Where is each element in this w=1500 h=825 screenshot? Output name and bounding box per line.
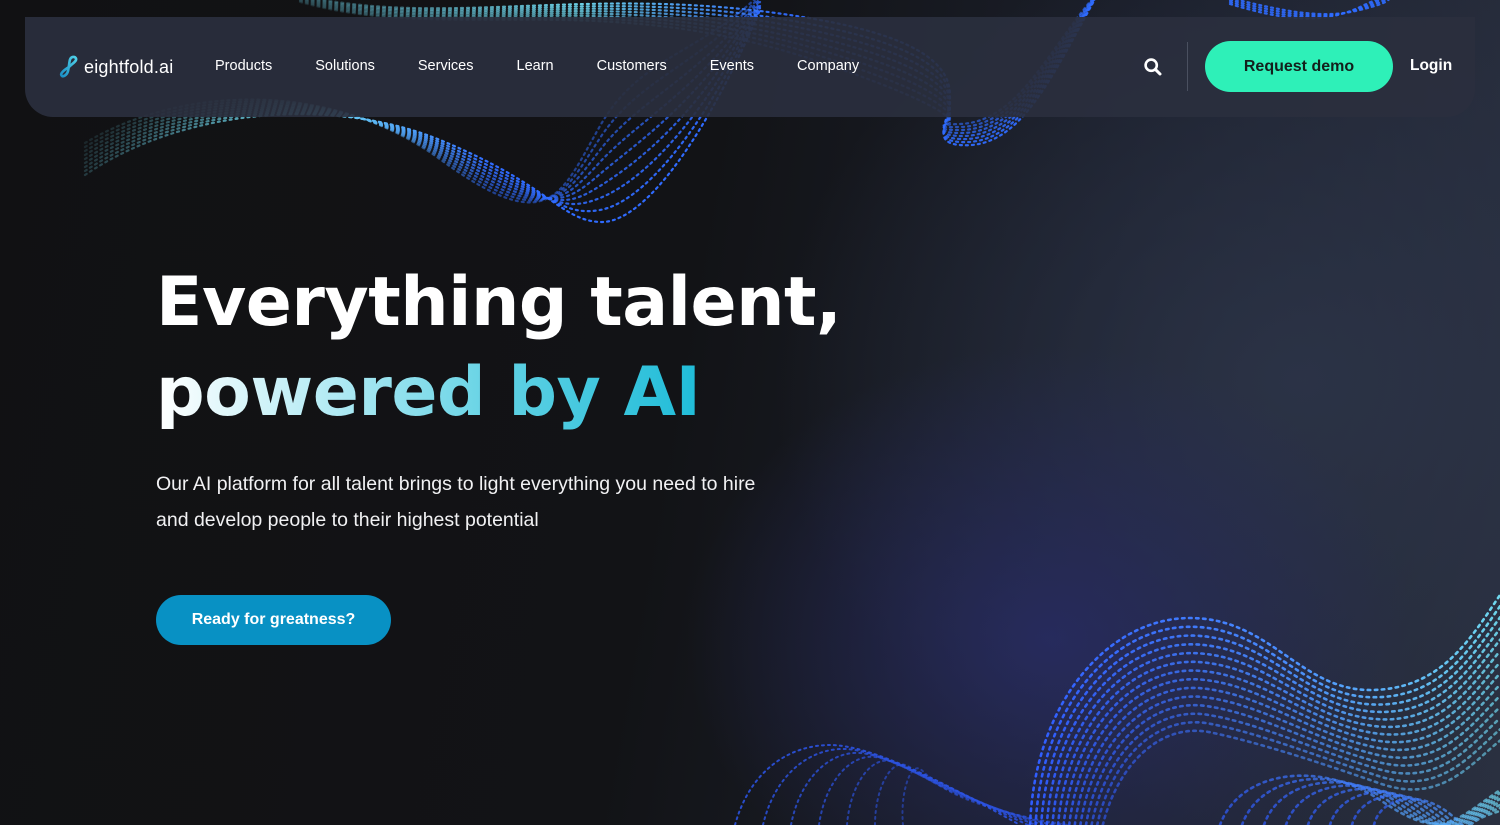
top-right-wave-line [1228,0,1384,18]
bottom-wave-line [874,763,1061,825]
bottom-wave-group [734,743,1069,825]
nav-item-customers[interactable]: Customers [597,58,667,74]
bottom-right-wave-line [1073,683,1500,825]
nav-item-learn[interactable]: Learn [517,58,554,74]
bottom-right-wave-line [1067,672,1500,825]
page: eightfold.ai Products Solutions Services… [0,0,1500,825]
bottom-right-wave-line [1218,774,1500,825]
bottom-right-wave-line [1095,721,1500,825]
bottom-right-wave-line [1062,660,1500,825]
bottom-right-wave-line [1079,694,1500,825]
bottom-right-wave-line [1328,790,1500,825]
top-navigation-bar: eightfold.ai Products Solutions Services… [25,17,1475,117]
bottom-wave-line [790,751,1037,825]
bottom-right-wave-line [1090,712,1500,825]
bottom-wave-line [901,767,1069,825]
bottom-wave-line [734,743,1021,825]
bottom-wave-line [846,759,1053,825]
bottom-right-wave-line [1084,703,1500,825]
search-icon[interactable] [1143,57,1163,77]
main-nav: Products Solutions Services Learn Custom… [215,58,902,74]
bottom-wave-line [762,747,1029,825]
nav-divider [1187,42,1188,91]
brand-name: eightfold.ai [84,56,174,77]
hero-subtitle: Our AI platform for all talent brings to… [156,473,756,531]
bottom-right-wave-line [1240,777,1500,825]
hero-title-line-2: powered by AI [156,353,701,432]
nav-item-events[interactable]: Events [710,58,754,74]
bottom-right-wave-line [1350,794,1500,825]
nav-item-products[interactable]: Products [215,58,272,74]
bottom-right-wave-line [1101,729,1500,825]
top-right-wave-line [1228,0,1388,17]
bottom-right-wave-line [1284,784,1500,825]
infinity-link-icon [59,55,78,78]
login-link[interactable]: Login [1410,57,1452,75]
bottom-wave-line [818,755,1045,825]
ready-for-greatness-button[interactable]: Ready for greatness? [156,595,391,645]
bottom-right-wave-line [1051,638,1500,825]
nav-item-services[interactable]: Services [418,58,474,74]
bottom-right-wave-line [1039,616,1500,825]
brand-logo[interactable]: eightfold.ai [58,55,173,79]
bottom-right-wave-line [1372,797,1500,825]
hero-title-line-1: Everything talent, [156,263,842,342]
bottom-right-wave-group [1028,593,1500,825]
nav-item-company[interactable]: Company [797,58,859,74]
bottom-right-wave-line [1028,593,1500,825]
top-right-wave-line [1233,0,1391,16]
bottom-right-wave-line [1034,604,1500,825]
bottom-right-wave-line [1045,627,1500,825]
nav-item-solutions[interactable]: Solutions [315,58,375,74]
bottom-right-wave-line [1262,781,1500,825]
bottom-right-wave-line [1306,787,1500,825]
top-right-wave-group [1228,0,1391,20]
request-demo-button[interactable]: Request demo [1205,41,1393,92]
hero-heading: Everything talent, powered by AI [156,258,842,438]
hero-title: Everything talent, powered by AI [156,258,842,438]
bottom-right-wave-line [1056,649,1500,825]
top-right-wave-line [1228,0,1378,20]
